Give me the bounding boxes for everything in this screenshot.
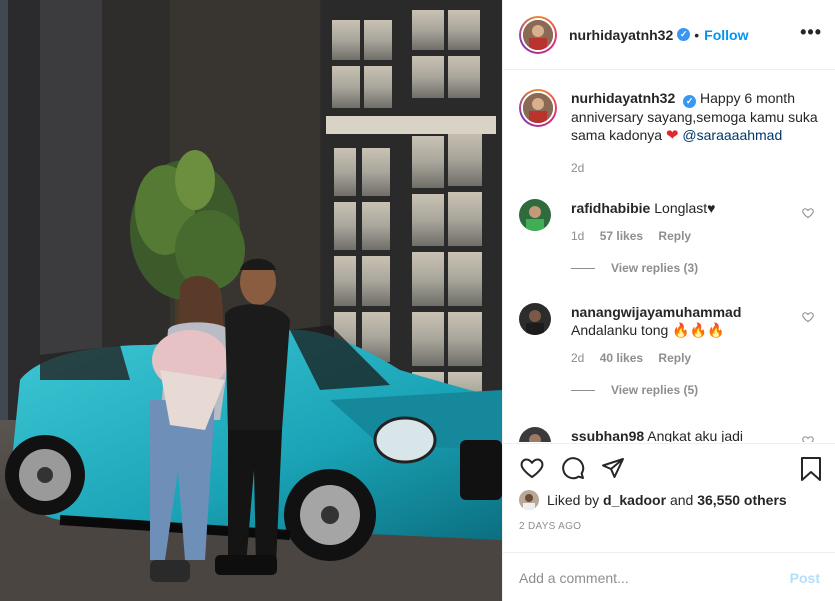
- caption-avatar[interactable]: [519, 89, 557, 127]
- couple-with-car-image: [0, 0, 502, 601]
- comment-item: nanangwijayamuhammad Andalanku tong 🔥🔥🔥 …: [519, 303, 824, 397]
- liker-avatar: [519, 490, 539, 510]
- reply-button[interactable]: Reply: [658, 229, 691, 243]
- likes-count[interactable]: 36,550 others: [697, 492, 787, 508]
- author-avatar[interactable]: [519, 15, 557, 54]
- author-username[interactable]: nurhidayatnh32: [569, 27, 673, 43]
- comment-icon[interactable]: [561, 456, 585, 480]
- caption-username[interactable]: nurhidayatnh32: [571, 90, 675, 106]
- follow-button[interactable]: Follow: [704, 27, 748, 43]
- post-actions: Liked by d_kadoor and 36,550 others 2 DA…: [503, 443, 835, 601]
- add-comment-bar: Post: [503, 552, 835, 601]
- caption-verified-icon: ✓: [683, 95, 697, 108]
- replies-divider: [571, 267, 595, 269]
- post-photo[interactable]: [0, 0, 502, 601]
- likes-summary[interactable]: Liked by d_kadoor and 36,550 others: [519, 490, 787, 510]
- likes-middle: and: [669, 492, 694, 508]
- comment-item: rafidhabibie Longlast♥ 1d 57 likes Reply…: [519, 199, 824, 275]
- post-side-panel: nurhidayatnh32 ✓ • Follow ••• nurhidayat…: [502, 0, 835, 601]
- post-header: nurhidayatnh32 ✓ • Follow •••: [503, 0, 835, 70]
- commenter-avatar[interactable]: [519, 303, 551, 335]
- comment-age[interactable]: 2d: [571, 351, 584, 365]
- post-timestamp[interactable]: 2 DAYS AGO: [519, 521, 581, 532]
- comment-likes[interactable]: 57 likes: [600, 229, 643, 243]
- comment-item: ssubhan98 Angkat aku jadi: [519, 427, 824, 442]
- comment-like-heart-icon[interactable]: [802, 435, 814, 442]
- bookmark-icon[interactable]: [800, 456, 822, 482]
- view-replies-label: View replies (5): [611, 383, 699, 397]
- comment-input[interactable]: [519, 569, 790, 586]
- comment-text: Longlast♥: [654, 200, 716, 216]
- view-replies-button[interactable]: View replies (3): [571, 261, 824, 275]
- liker-username[interactable]: d_kadoor: [603, 492, 666, 508]
- comment-age[interactable]: 1d: [571, 229, 584, 243]
- likes-prefix: Liked by: [547, 492, 600, 508]
- verified-badge-icon: ✓: [677, 28, 691, 41]
- replies-divider: [571, 389, 595, 391]
- action-icons-row: [519, 456, 822, 482]
- view-replies-button[interactable]: View replies (5): [571, 383, 824, 397]
- red-heart-emoji-icon: ❤: [665, 127, 679, 144]
- comment-text: Angkat aku jadi: [647, 428, 743, 442]
- comment-like-heart-icon[interactable]: [802, 207, 814, 219]
- heart-icon[interactable]: [519, 456, 545, 480]
- header-separator: •: [694, 26, 700, 43]
- reply-button[interactable]: Reply: [658, 351, 691, 365]
- commenter-username[interactable]: rafidhabibie: [571, 200, 650, 216]
- more-options-icon[interactable]: •••: [800, 23, 822, 41]
- comment-likes[interactable]: 40 likes: [600, 351, 643, 365]
- comments-list[interactable]: nurhidayatnh32 ✓ Happy 6 month anniversa…: [503, 71, 835, 442]
- commenter-avatar[interactable]: [519, 427, 551, 442]
- caption-time[interactable]: 2d: [571, 159, 819, 177]
- post-caption: nurhidayatnh32 ✓ Happy 6 month anniversa…: [519, 89, 819, 177]
- commenter-username[interactable]: ssubhan98: [571, 428, 644, 442]
- share-icon[interactable]: [601, 456, 625, 480]
- view-replies-label: View replies (3): [611, 261, 699, 275]
- comment-text: Andalanku tong 🔥🔥🔥: [571, 322, 725, 338]
- commenter-username[interactable]: nanangwijayamuhammad: [571, 304, 741, 320]
- caption-mention-link[interactable]: @saraaaahmad: [682, 127, 782, 143]
- post-comment-button[interactable]: Post: [790, 570, 820, 586]
- commenter-avatar[interactable]: [519, 199, 551, 231]
- comment-like-heart-icon[interactable]: [802, 311, 814, 323]
